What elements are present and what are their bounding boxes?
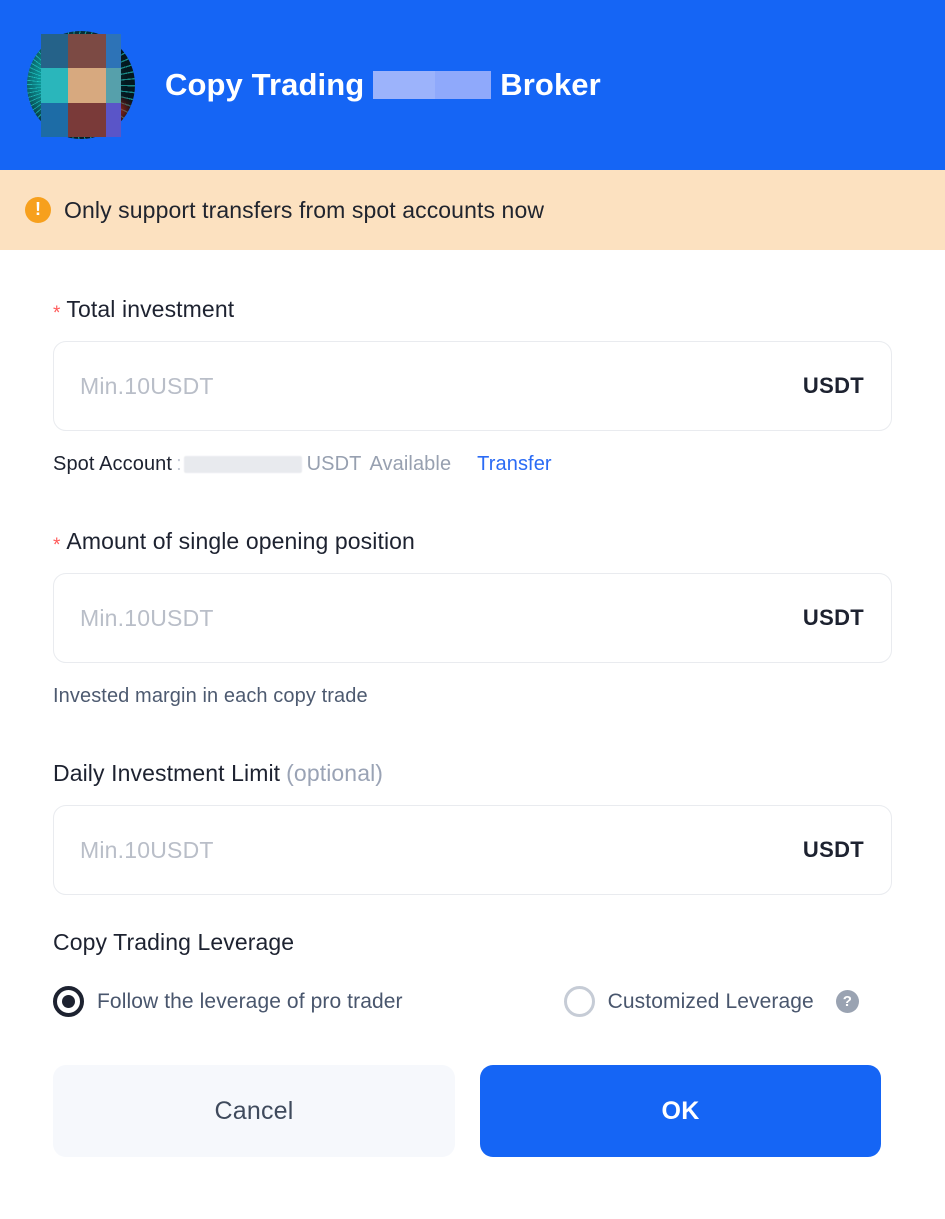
daily-limit-currency-suffix: USDT (802, 837, 864, 862)
page-title-prefix: Copy Trading (165, 67, 365, 102)
field-daily-investment-limit: Daily Investment Limit (optional) USDT (53, 760, 892, 895)
label-single-opening-position: * Amount of single opening position (53, 528, 892, 555)
radio-selected-icon[interactable] (53, 986, 84, 1017)
warning-glyph: ! (35, 199, 41, 219)
censor-tile (41, 102, 68, 137)
leverage-section-title: Copy Trading Leverage (53, 929, 295, 955)
label-text: Amount of single opening position (66, 528, 415, 554)
transfer-link[interactable]: Transfer (477, 453, 552, 476)
total-investment-currency-suffix: USDT (802, 373, 864, 398)
censor-tile (105, 34, 121, 69)
spot-account-row: Spot Account : USDT Available Transfer (53, 453, 892, 476)
censor-tile (105, 68, 121, 103)
redaction-segment (373, 71, 435, 99)
total-investment-input[interactable] (80, 372, 803, 400)
field-total-investment: * Total investment USDT Spot Account : U… (53, 296, 892, 476)
label-text: Total investment (66, 296, 235, 322)
total-investment-input-box[interactable]: USDT (53, 341, 892, 431)
copy-trading-dialog: Copy Trading Broker ! Only support trans… (0, 0, 945, 1219)
optional-marker: (optional) (286, 760, 384, 786)
spot-account-colon: : (176, 453, 182, 475)
warning-exclamation-icon: ! (25, 197, 51, 223)
label-daily-investment-limit: Daily Investment Limit (optional) (53, 760, 892, 787)
spot-account-label: Spot Account (53, 453, 173, 475)
radio-option-follow-pro-trader[interactable]: Follow the leverage of pro trader (53, 986, 403, 1017)
dialog-body: * Total investment USDT Spot Account : U… (0, 250, 945, 1217)
single-opening-helper-text: Invested margin in each copy trade (53, 685, 368, 707)
single-opening-currency-suffix: USDT (802, 605, 864, 630)
single-opening-input[interactable] (80, 604, 803, 632)
label-text: Daily Investment Limit (53, 760, 281, 786)
single-opening-input-box[interactable]: USDT (53, 573, 892, 663)
radio-label: Customized Leverage (607, 989, 814, 1013)
censor-tile (67, 34, 106, 69)
help-question-icon[interactable]: ? (835, 990, 859, 1013)
field-copy-trading-leverage: Copy Trading Leverage Follow the leverag… (53, 929, 892, 1017)
radio-option-customized-leverage[interactable]: Customized Leverage ? (563, 986, 859, 1017)
required-asterisk-icon: * (53, 535, 61, 556)
daily-limit-input[interactable] (80, 836, 803, 864)
censor-tile (67, 68, 106, 103)
warning-banner: ! Only support transfers from spot accou… (0, 170, 945, 250)
censor-tile (105, 102, 121, 137)
daily-limit-input-box[interactable]: USDT (53, 805, 892, 895)
censor-tile (41, 68, 68, 103)
censor-tile (67, 102, 106, 137)
ok-button[interactable]: OK (480, 1065, 881, 1157)
spot-balance-redaction (183, 456, 302, 473)
label-total-investment: * Total investment (53, 296, 892, 323)
dialog-header: Copy Trading Broker (0, 0, 945, 170)
field-single-opening-position: * Amount of single opening position USDT… (53, 528, 892, 708)
cancel-button[interactable]: Cancel (53, 1065, 455, 1157)
header-title-row: Copy Trading Broker (165, 67, 601, 103)
warning-banner-text: Only support transfers from spot account… (64, 196, 545, 223)
dialog-footer: Cancel OK (53, 1065, 892, 1217)
required-asterisk-icon: * (53, 303, 61, 324)
radio-label: Follow the leverage of pro trader (97, 989, 403, 1013)
leverage-radio-group: Follow the leverage of pro trader Custom… (53, 986, 892, 1017)
redaction-segment (434, 71, 492, 99)
broker-name-redaction (373, 71, 492, 99)
spot-balance-available-label: Available (369, 453, 452, 475)
radio-unselected-icon[interactable] (563, 986, 595, 1017)
radio-dot (62, 995, 75, 1008)
spot-balance-currency: USDT (306, 453, 362, 475)
censor-tile (41, 34, 68, 69)
page-title-suffix: Broker (500, 67, 601, 102)
avatar-censor-overlay (41, 34, 121, 137)
avatar (27, 31, 135, 139)
